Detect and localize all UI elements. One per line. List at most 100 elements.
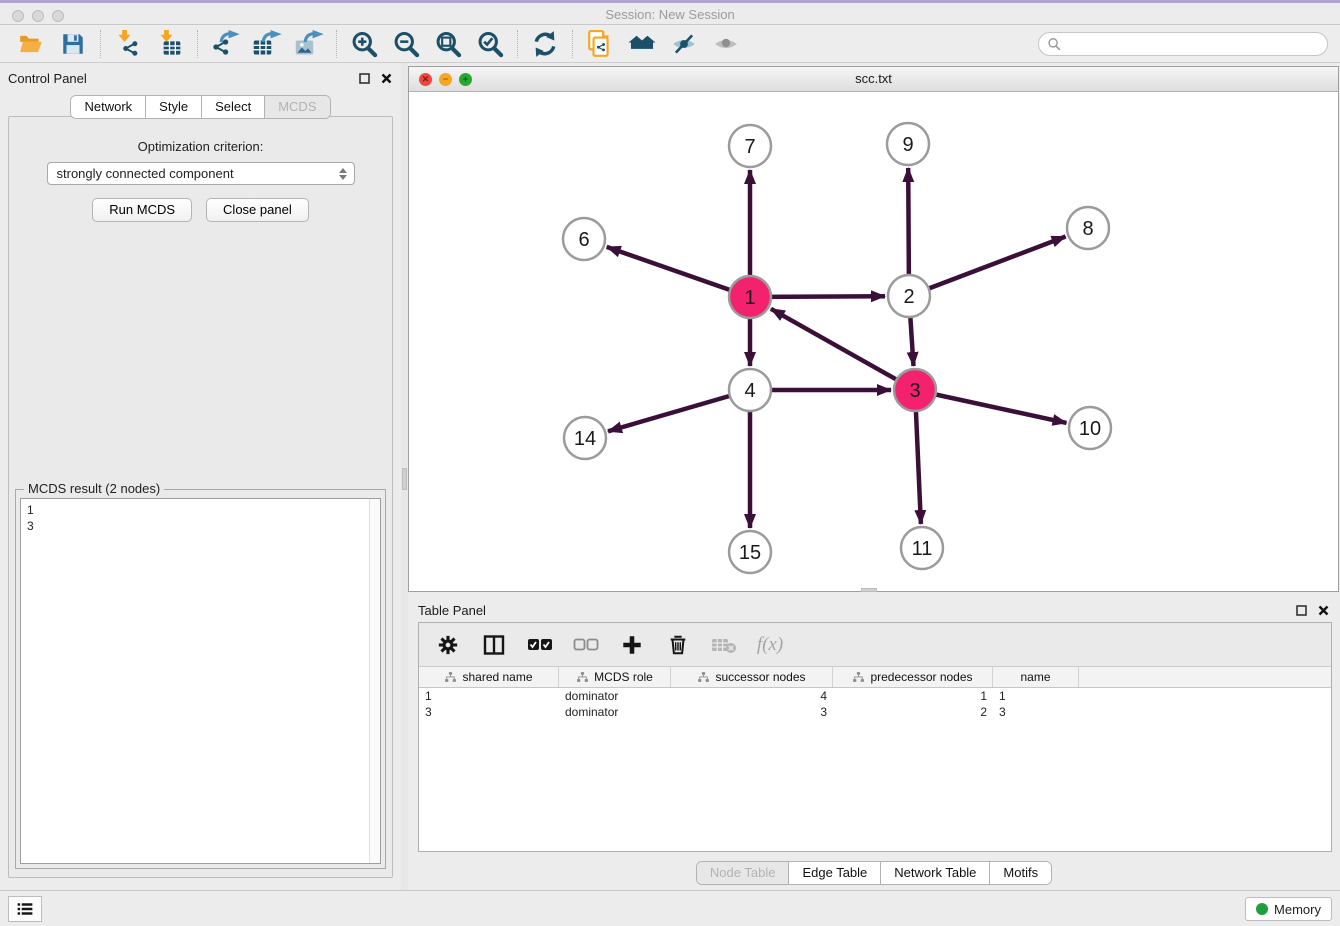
memory-label: Memory [1274, 902, 1321, 917]
graph-node-14[interactable]: 14 [564, 417, 606, 459]
graph-node-10[interactable]: 10 [1069, 407, 1111, 449]
float-table-panel-icon[interactable] [1294, 603, 1308, 617]
result-scrollbar[interactable] [369, 499, 380, 863]
column-header-label: successor nodes [715, 670, 805, 684]
table-row[interactable]: 3dominator323 [419, 704, 1331, 720]
close-table-panel-icon[interactable] [1316, 603, 1330, 617]
status-bar: Memory [0, 890, 1340, 926]
column-header-label: MCDS role [594, 670, 653, 684]
delete-selected-icon[interactable] [665, 632, 691, 658]
table-panel: Table Panel [408, 595, 1340, 890]
network-window-title: scc.txt [409, 71, 1338, 86]
column-header-mcds-role[interactable]: MCDS role [559, 667, 671, 687]
graph-node-2[interactable]: 2 [888, 275, 930, 317]
refresh-view-icon[interactable] [530, 29, 560, 59]
optimization-criterion-label: Optimization criterion: [9, 139, 392, 154]
close-panel-icon[interactable] [379, 71, 393, 85]
column-header-successor-nodes[interactable]: successor nodes [671, 667, 833, 687]
column-header-label: shared name [462, 670, 532, 684]
zoom-fit-icon[interactable] [433, 29, 463, 59]
column-header-shared-name[interactable]: shared name [419, 667, 559, 687]
clear-selection-icon[interactable] [573, 632, 599, 658]
node-label: 6 [578, 229, 589, 251]
tab-select[interactable]: Select [202, 96, 265, 118]
table-tab-node-table[interactable]: Node Table [697, 862, 790, 884]
search-input[interactable] [1061, 34, 1327, 54]
home-layout-icon[interactable] [627, 29, 657, 59]
mcds-result-area[interactable]: 1 3 [20, 498, 381, 864]
settings-gear-icon[interactable] [435, 632, 461, 658]
float-panel-icon[interactable] [357, 71, 371, 85]
memory-button[interactable]: Memory [1245, 897, 1332, 921]
node-label: 3 [909, 380, 920, 402]
graph-node-4[interactable]: 4 [729, 369, 771, 411]
copy-network-icon[interactable] [585, 29, 615, 59]
table-tab-edge-table[interactable]: Edge Table [789, 862, 881, 884]
column-header-name[interactable]: name [993, 667, 1079, 687]
hide-panels-icon[interactable] [669, 29, 699, 59]
graph-node-9[interactable]: 9 [887, 123, 929, 165]
select-all-icon[interactable] [527, 632, 553, 658]
graph-node-8[interactable]: 8 [1067, 207, 1109, 249]
tab-style[interactable]: Style [146, 96, 202, 118]
graph-node-1[interactable]: 1 [729, 276, 771, 318]
export-image-icon[interactable] [294, 29, 324, 59]
graph-node-11[interactable]: 11 [901, 527, 943, 569]
graph-node-6[interactable]: 6 [563, 218, 605, 260]
save-session-icon[interactable] [58, 29, 88, 59]
edge-2-8[interactable] [909, 237, 1066, 297]
close-panel-button[interactable]: Close panel [206, 198, 309, 222]
graph-node-7[interactable]: 7 [729, 125, 771, 167]
graph-node-3[interactable]: 3 [894, 369, 936, 411]
vertical-splitter[interactable] [401, 63, 408, 890]
run-mcds-button[interactable]: Run MCDS [92, 198, 192, 222]
column-header-label: predecessor nodes [870, 670, 972, 684]
network-graph[interactable]: 7 9 6 8 1 2 4 3 14 10 15 11 [409, 92, 1338, 591]
task-history-button[interactable] [8, 896, 42, 922]
network-window: ✕ − + scc.txt 7 9 6 8 1 2 4 3 14 10 15 11 [408, 66, 1339, 592]
mcds-result-lines: 1 3 [21, 499, 380, 537]
network-window-titlebar[interactable]: ✕ − + scc.txt [409, 67, 1338, 92]
mcds-result-fieldset: MCDS result (2 nodes) 1 3 [15, 489, 386, 869]
node-label: 8 [1082, 218, 1093, 240]
edge-1-6[interactable] [607, 247, 750, 297]
mcds-result-title: MCDS result (2 nodes) [24, 481, 164, 496]
criterion-select[interactable]: strongly connected component [47, 162, 355, 185]
search-box[interactable] [1038, 32, 1328, 56]
table-panel-header: Table Panel [408, 595, 1340, 625]
node-label: 10 [1079, 418, 1101, 440]
column-tree-icon [697, 671, 710, 684]
apply-function-icon[interactable]: f(x) [757, 632, 783, 658]
node-label: 1 [744, 287, 755, 309]
column-tree-icon [444, 671, 457, 684]
zoom-selected-icon[interactable] [475, 29, 505, 59]
table-cell: 2 [833, 704, 993, 720]
graph-node-15[interactable]: 15 [729, 531, 771, 573]
column-header-predecessor-nodes[interactable]: predecessor nodes [833, 667, 993, 687]
window-resize-handle[interactable] [861, 588, 877, 592]
add-column-icon[interactable] [619, 632, 645, 658]
edge-3-1[interactable] [771, 309, 915, 390]
export-table-icon[interactable] [252, 29, 282, 59]
table-tab-motifs[interactable]: Motifs [990, 862, 1051, 884]
table-cell: 1 [419, 688, 559, 704]
splitter-handle[interactable] [402, 468, 407, 490]
tab-network[interactable]: Network [71, 96, 146, 118]
edge-3-10[interactable] [915, 390, 1067, 423]
table-cell: 3 [419, 704, 559, 720]
table-tab-network-table[interactable]: Network Table [881, 862, 990, 884]
node-label: 11 [912, 538, 933, 560]
import-network-icon[interactable] [113, 29, 143, 59]
import-table-icon[interactable] [155, 29, 185, 59]
zoom-out-icon[interactable] [391, 29, 421, 59]
open-session-icon[interactable] [16, 29, 46, 59]
show-columns-icon[interactable] [481, 632, 507, 658]
show-panels-icon[interactable] [711, 29, 741, 59]
export-network-icon[interactable] [210, 29, 240, 59]
app-titlebar: Session: New Session [0, 0, 1340, 25]
delete-column-icon[interactable] [711, 632, 737, 658]
criterion-value: strongly connected component [57, 166, 234, 181]
zoom-in-icon[interactable] [349, 29, 379, 59]
table-row[interactable]: 1dominator411 [419, 688, 1331, 704]
tab-mcds[interactable]: MCDS [265, 96, 329, 118]
